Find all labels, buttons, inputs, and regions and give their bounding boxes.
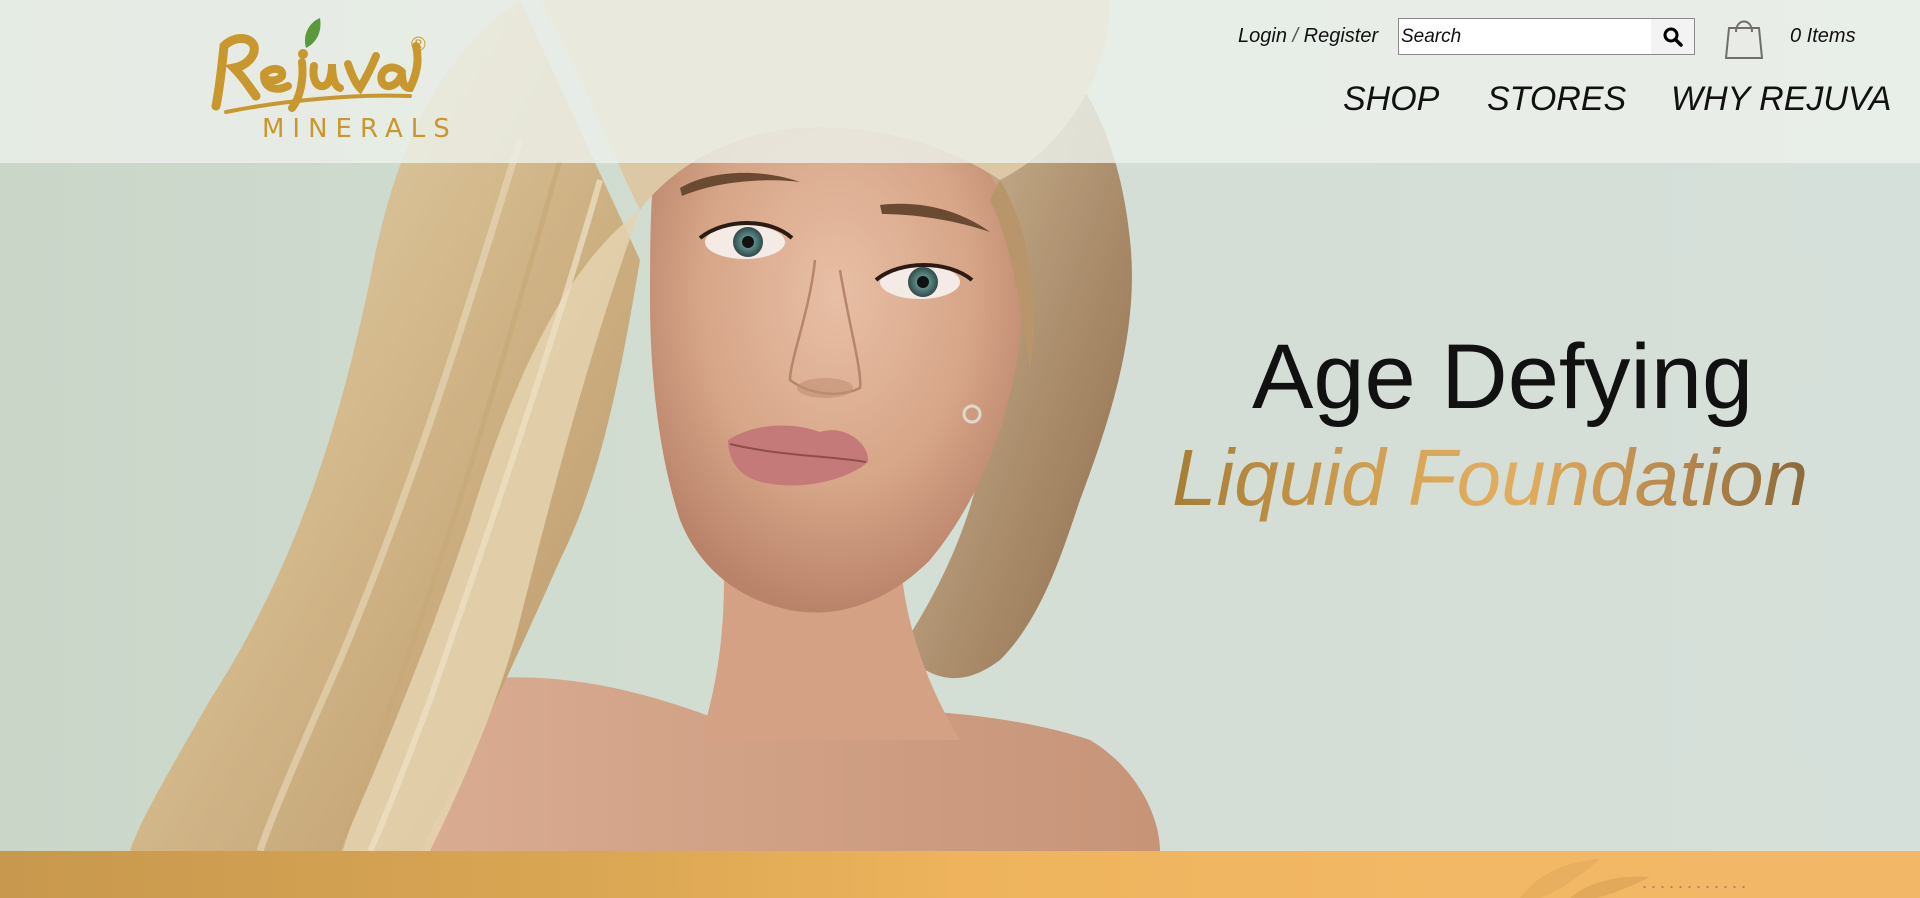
account-links: Login / Register [1238, 25, 1378, 48]
slider-dots [1640, 886, 1748, 888]
login-link[interactable]: Login [1238, 25, 1287, 47]
register-link[interactable]: Register [1304, 25, 1378, 47]
nav-stores[interactable]: STORES [1487, 80, 1626, 119]
hero-headline: Age Defying [1252, 326, 1754, 428]
brand-wordmark-icon [211, 18, 422, 114]
search-button[interactable] [1651, 19, 1694, 54]
brand-subtitle: MINERALS [262, 114, 458, 144]
registered-mark: ® [411, 34, 426, 56]
brand-logo[interactable]: ® MINERALS [206, 16, 450, 148]
search-bar [1398, 18, 1695, 55]
promo-band [0, 851, 1920, 898]
search-icon [1663, 27, 1683, 47]
nav-shop[interactable]: SHOP [1343, 80, 1439, 119]
hero-subheadline: Liquid Foundation [1172, 433, 1809, 522]
leaf-decoration-icon [1520, 859, 1650, 898]
shopping-bag-icon[interactable] [1722, 14, 1766, 60]
cart-count[interactable]: 0 Items [1790, 25, 1856, 48]
nav-why-rejuva[interactable]: WHY REJUVA [1671, 80, 1891, 119]
login-separator: / [1292, 25, 1299, 47]
search-input[interactable] [1399, 19, 1651, 54]
site-header: ® MINERALS Login / Register 0 Items SHOP… [0, 0, 1920, 163]
